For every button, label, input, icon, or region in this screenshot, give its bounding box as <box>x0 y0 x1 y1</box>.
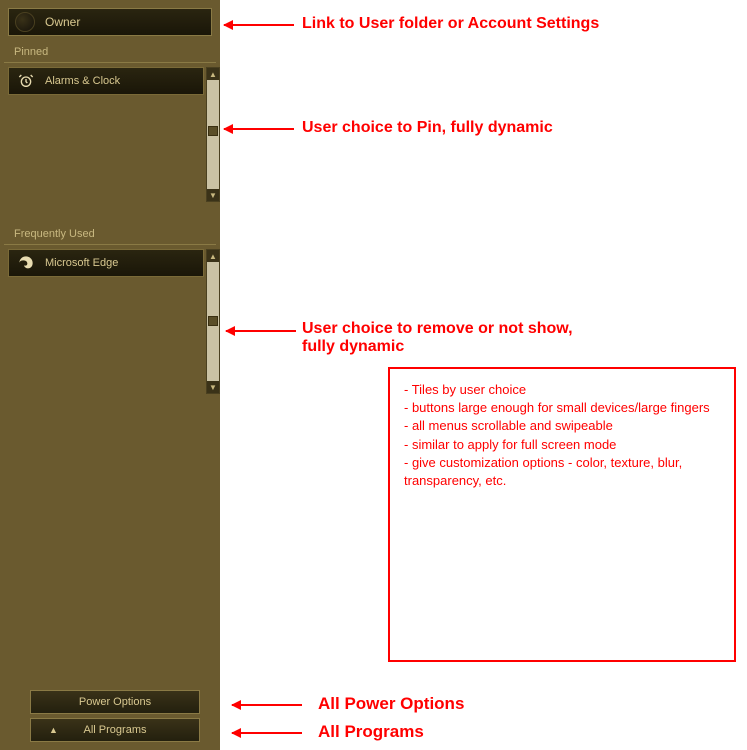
annotation-all-programs: All Programs <box>318 722 424 742</box>
scroll-thumb[interactable] <box>208 316 218 326</box>
frequent-section-label: Frequently Used <box>4 222 216 245</box>
pinned-item-alarms[interactable]: Alarms & Clock <box>8 67 204 95</box>
annotation-arrow <box>232 732 302 734</box>
alarm-clock-icon <box>17 72 35 90</box>
scroll-up-icon[interactable]: ▲ <box>207 250 219 262</box>
annotation-pin-dynamic: User choice to Pin, fully dynamic <box>302 119 553 137</box>
frequent-list-body: Microsoft Edge <box>8 249 206 394</box>
annotation-arrow <box>224 24 294 26</box>
scroll-track[interactable] <box>207 262 219 381</box>
pinned-item-label: Alarms & Clock <box>45 75 120 87</box>
edge-icon <box>17 254 35 272</box>
pinned-section-label: Pinned <box>4 40 216 63</box>
user-account-tile[interactable]: Owner <box>8 8 212 36</box>
scroll-down-icon[interactable]: ▼ <box>207 189 219 201</box>
scroll-up-icon[interactable]: ▲ <box>207 68 219 80</box>
note-line: - all menus scrollable and swipeable <box>404 417 720 435</box>
chevron-up-icon: ▲ <box>49 725 58 735</box>
annotation-arrow <box>232 704 302 706</box>
power-options-label: Power Options <box>79 696 151 708</box>
note-line: - Tiles by user choice <box>404 381 720 399</box>
annotation-user-link: Link to User folder or Account Settings <box>302 15 599 33</box>
note-line: - similar to apply for full screen mode <box>404 436 720 454</box>
pinned-list: Alarms & Clock ▲ ▼ <box>8 67 220 202</box>
frequent-item-label: Microsoft Edge <box>45 257 118 269</box>
scroll-thumb[interactable] <box>208 126 218 136</box>
start-menu-panel: Owner Pinned Alarms & Clock ▲ ▼ Frequent… <box>0 0 220 750</box>
bottom-button-group: Power Options ▲ All Programs <box>30 686 200 742</box>
frequent-scrollbar[interactable]: ▲ ▼ <box>206 249 220 394</box>
note-line: - give customization options - color, te… <box>404 454 720 490</box>
annotation-remove-dynamic: User choice to remove or not show, fully… <box>302 320 573 356</box>
frequent-list: Microsoft Edge ▲ ▼ <box>8 249 220 394</box>
all-programs-button[interactable]: ▲ All Programs <box>30 718 200 742</box>
user-name-label: Owner <box>45 15 80 29</box>
annotation-arrow <box>226 330 296 332</box>
pinned-scrollbar[interactable]: ▲ ▼ <box>206 67 220 202</box>
scroll-track[interactable] <box>207 80 219 189</box>
scroll-down-icon[interactable]: ▼ <box>207 381 219 393</box>
annotation-arrow <box>224 128 294 130</box>
all-programs-label: All Programs <box>84 724 147 736</box>
power-options-button[interactable]: Power Options <box>30 690 200 714</box>
frequent-item-edge[interactable]: Microsoft Edge <box>8 249 204 277</box>
pinned-list-body: Alarms & Clock <box>8 67 206 202</box>
avatar-icon <box>15 12 35 32</box>
annotation-note-box: - Tiles by user choice - buttons large e… <box>388 367 736 662</box>
annotation-all-power: All Power Options <box>318 694 464 714</box>
note-line: - buttons large enough for small devices… <box>404 399 720 417</box>
